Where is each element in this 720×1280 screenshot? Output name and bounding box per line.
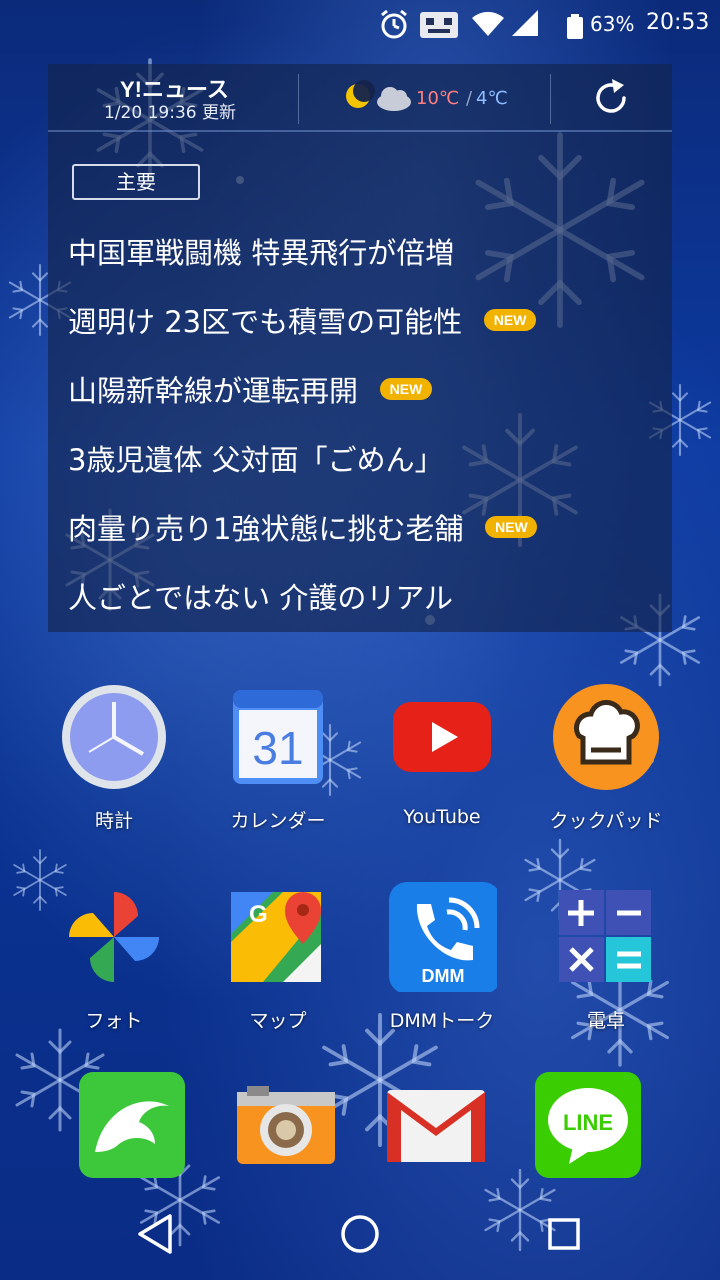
clock-time: 20:53 [646,10,710,35]
camera-icon[interactable] [231,1070,341,1180]
app-cookpad[interactable]: クックパッド [524,682,688,833]
temp-separator: / [466,88,473,109]
dock-app-camera[interactable] [204,1070,368,1184]
app-dmm-talk[interactable]: DMM DMMトーク [360,882,524,1033]
news-item[interactable]: 山陽新幹線が運転再開 NEW [68,354,658,423]
app-label: 時計 [94,810,133,832]
app-calendar[interactable]: 31 カレンダー [196,682,360,833]
news-title[interactable]: 3歳児遺体 父対面「ごめん」 [68,437,444,479]
tab-main[interactable]: 主要 [72,164,200,200]
news-item[interactable]: 週明け 23区でも積雪の可能性 NEW [68,285,658,354]
news-title[interactable]: 人ごとではない 介護のリアル [68,575,453,617]
maps-icon[interactable]: G [223,882,333,992]
new-badge: NEW [380,377,433,400]
temp-low: 4℃ [476,88,508,109]
recents-icon[interactable] [540,1210,588,1258]
home-icon[interactable] [336,1210,384,1258]
calendar-date: 31 [252,722,303,774]
line-icon[interactable]: LINE [533,1070,643,1180]
alarm-icon [381,9,407,39]
clock-icon[interactable] [59,682,169,792]
app-label: マップ [249,1010,307,1032]
dmm-talk-icon[interactable]: DMM [387,882,501,994]
news-list: 中国軍戦闘機 特異飛行が倍増 週明け 23区でも積雪の可能性 NEW 山陽新幹線… [68,216,658,630]
app-label: クックパッド [549,810,663,832]
dock-app-gmail[interactable] [354,1070,518,1184]
app-photos[interactable]: フォト [32,882,196,1033]
app-clock[interactable]: 時計 [32,682,196,833]
battery-icon [567,14,583,39]
news-title[interactable]: 肉量り売り1強状態に挑む老舗 [68,506,463,548]
svg-text:G: G [249,901,268,928]
news-title[interactable]: 週明け 23区でも積雪の可能性 [68,299,462,341]
battery-percent: 63% [590,12,635,36]
photos-icon[interactable] [59,882,169,992]
status-bar: 63% 20:53 [0,0,720,50]
app-label: フォト [85,1010,143,1032]
new-badge: NEW [484,308,537,331]
calendar-icon[interactable]: 31 [223,682,333,792]
temp-high: 10℃ [416,88,460,109]
updated-time: 1/20 19:36 更新 [104,103,236,123]
navigation-bar [0,1190,720,1280]
app-label: YouTube [403,806,481,828]
app-label: DMMトーク [389,1010,495,1032]
calculator-icon[interactable] [551,882,661,992]
news-title[interactable]: 中国軍戦闘機 特異飛行が倍増 [68,230,454,272]
divider [550,74,551,124]
app-maps[interactable]: G マップ [196,882,360,1033]
news-item[interactable]: 肉量り売り1強状態に挑む老舗 NEW [68,492,658,561]
app-calculator[interactable]: 電卓 [524,882,688,1033]
back-icon[interactable] [132,1210,180,1258]
dock-app-dolphin[interactable] [50,1070,214,1184]
news-item[interactable]: 3歳児遺体 父対面「ごめん」 [68,423,658,492]
cookpad-icon[interactable] [551,682,661,792]
signal-icon [512,10,538,36]
dmm-logo-text: DMM [422,966,465,986]
line-logo-text: LINE [563,1110,613,1135]
dock-app-line[interactable]: LINE [506,1070,670,1184]
app-label: 電卓 [586,1010,625,1032]
notification-robot-icon [420,12,458,38]
divider [298,74,299,124]
yahoo-news-widget[interactable]: Y!ニュース 1/20 19:36 更新 10℃ / 4℃ 主要 中国軍戦闘機 … [48,64,672,632]
wifi-icon [472,11,504,36]
news-item[interactable]: 中国軍戦闘機 特異飛行が倍増 [68,216,658,285]
widget-header: Y!ニュース 1/20 19:36 更新 10℃ / 4℃ [48,64,672,132]
news-title[interactable]: 山陽新幹線が運転再開 [68,368,358,410]
news-item[interactable]: 人ごとではない 介護のリアル [68,561,658,630]
youtube-icon[interactable] [387,682,497,792]
gmail-icon[interactable] [381,1070,491,1180]
app-youtube[interactable]: YouTube [360,682,524,828]
dolphin-browser-icon[interactable] [77,1070,187,1180]
app-label: カレンダー [230,810,326,832]
new-badge: NEW [485,515,538,538]
refresh-icon[interactable] [590,76,634,120]
